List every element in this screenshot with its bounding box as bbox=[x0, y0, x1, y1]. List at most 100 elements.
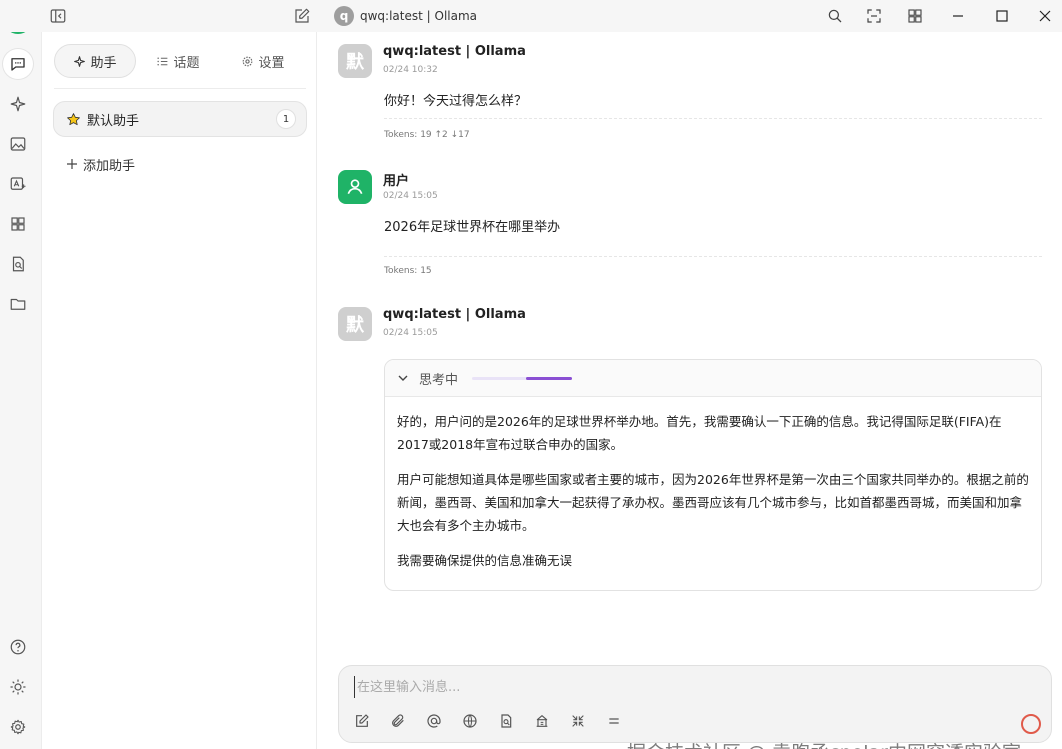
layout-button[interactable] bbox=[864, 6, 884, 26]
assistant-name: 默认助手 bbox=[87, 113, 140, 129]
thinking-header[interactable]: 思考中 bbox=[385, 360, 1041, 397]
edit-icon bbox=[295, 8, 310, 23]
send-button[interactable] bbox=[1021, 714, 1041, 734]
close-icon bbox=[1039, 10, 1051, 22]
maximize-icon bbox=[996, 10, 1008, 22]
message-time: 02/24 10:32 bbox=[383, 65, 438, 75]
image-nav-button[interactable] bbox=[3, 129, 33, 159]
thinking-progress-fill bbox=[526, 376, 573, 380]
message-sender: 用户 bbox=[383, 174, 410, 189]
nav-rail bbox=[0, 0, 42, 749]
files-nav-button[interactable] bbox=[3, 289, 33, 319]
knowledge-tool[interactable] bbox=[495, 710, 517, 732]
tab-topics[interactable]: 话题 bbox=[136, 44, 220, 78]
at-icon bbox=[427, 714, 441, 728]
message-input[interactable] bbox=[354, 676, 1034, 698]
assistant-avatar: 默 bbox=[338, 307, 372, 341]
star-icon bbox=[67, 112, 80, 125]
sidebar-collapse-icon bbox=[50, 9, 66, 23]
message-separator bbox=[384, 118, 1042, 119]
search-button[interactable] bbox=[825, 6, 845, 26]
message-text: 2026年足球世界杯在哪里举办 bbox=[384, 220, 561, 235]
assistant-panel: 助手 话题 设置 默认助手 1 添加助手 bbox=[42, 32, 317, 749]
add-assistant-button[interactable]: 添加助手 bbox=[66, 154, 135, 174]
thinking-panel: 思考中 好的，用户问的是2026年的足球世界杯举办地。首先，我需要确认一下正确的… bbox=[384, 359, 1042, 591]
sparkle-icon bbox=[10, 96, 26, 112]
token-count: Tokens: 15 bbox=[384, 266, 432, 276]
settings-button[interactable] bbox=[3, 712, 33, 742]
user-avatar bbox=[338, 170, 372, 204]
new-chat-button[interactable] bbox=[292, 6, 312, 26]
thinking-content: 好的，用户问的是2026年的足球世界杯举办地。首先，我需要确认一下正确的信息。我… bbox=[385, 397, 1041, 572]
tab-settings[interactable]: 设置 bbox=[220, 44, 306, 78]
message-assistant: 默 qwq:latest | Ollama 02/24 10:32 你好！今天过… bbox=[338, 44, 1042, 154]
collapse-tool[interactable] bbox=[567, 710, 589, 732]
building-icon bbox=[536, 715, 548, 727]
gear-icon bbox=[10, 719, 26, 735]
window-title: qwq:latest | Ollama bbox=[360, 9, 478, 23]
mention-tool[interactable] bbox=[423, 710, 445, 732]
globe-icon bbox=[463, 714, 477, 728]
assistant-avatar: 默 bbox=[338, 44, 372, 78]
sparkle-icon bbox=[74, 55, 86, 67]
panel-tabs: 助手 话题 设置 bbox=[54, 44, 306, 78]
image-icon bbox=[10, 137, 26, 151]
message-text: 你好！今天过得怎么样？ bbox=[384, 94, 528, 109]
list-icon bbox=[157, 57, 168, 65]
knowledge-nav-button[interactable] bbox=[3, 249, 33, 279]
theme-toggle-button[interactable] bbox=[3, 672, 33, 702]
message-time: 02/24 15:05 bbox=[383, 191, 438, 201]
help-icon bbox=[10, 639, 26, 655]
title-bar: q qwq:latest | Ollama bbox=[0, 0, 1062, 32]
composer bbox=[338, 665, 1052, 743]
thinking-label: 思考中 bbox=[419, 372, 459, 388]
chat-area: 默 qwq:latest | Ollama 02/24 10:32 你好！今天过… bbox=[318, 32, 1062, 749]
web-search-tool[interactable] bbox=[459, 710, 481, 732]
token-count: Tokens: 19 ↑2 ↓17 bbox=[384, 130, 470, 140]
expand-icon bbox=[867, 9, 881, 23]
attach-tool[interactable] bbox=[387, 710, 409, 732]
watermark: 掘金技术社区 @ 袁煦丞cpolar内网穿透实验室 bbox=[627, 738, 1021, 749]
minimize-button[interactable] bbox=[948, 6, 968, 26]
edit-icon bbox=[356, 714, 369, 727]
eraser-icon bbox=[609, 718, 619, 724]
tab-assistants[interactable]: 助手 bbox=[54, 44, 136, 78]
apps-button[interactable] bbox=[905, 6, 925, 26]
document-search-icon bbox=[501, 714, 512, 728]
user-icon bbox=[347, 179, 363, 194]
assistant-item-default[interactable]: 默认助手 1 bbox=[53, 101, 307, 137]
plus-icon bbox=[67, 159, 77, 169]
divider bbox=[54, 88, 306, 89]
toggle-sidebar-button[interactable] bbox=[48, 6, 68, 26]
chat-bubble-icon bbox=[11, 58, 25, 71]
message-time: 02/24 15:05 bbox=[383, 328, 438, 338]
gear-icon bbox=[243, 56, 253, 66]
grid-icon bbox=[908, 9, 922, 23]
mcp-tool[interactable] bbox=[531, 710, 553, 732]
clear-tool[interactable] bbox=[603, 710, 625, 732]
chat-nav-button[interactable] bbox=[3, 49, 33, 79]
new-topic-tool[interactable] bbox=[351, 710, 373, 732]
close-button[interactable] bbox=[1035, 6, 1055, 26]
paperclip-icon bbox=[392, 714, 404, 727]
apps-nav-button[interactable] bbox=[3, 209, 33, 239]
chevron-down-icon bbox=[398, 375, 408, 381]
help-button[interactable] bbox=[3, 632, 33, 662]
thinking-paragraph: 好的，用户问的是2026年的足球世界杯举办地。首先，我需要确认一下正确的信息。我… bbox=[397, 414, 1002, 452]
message-separator bbox=[384, 256, 1042, 257]
message-assistant-thinking: 默 qwq:latest | Ollama 02/24 15:05 思考中 好的… bbox=[338, 307, 1042, 607]
model-title[interactable]: q qwq:latest | Ollama bbox=[334, 4, 477, 28]
translate-nav-button[interactable] bbox=[3, 169, 33, 199]
thinking-paragraph: 用户可能想知道具体是哪些国家或者主要的城市，因为2026年世界杯是第一次由三个国… bbox=[397, 472, 1029, 533]
tab-label: 助手 bbox=[90, 55, 117, 71]
message-user: 用户 02/24 15:05 2026年足球世界杯在哪里举办 Tokens: 1… bbox=[338, 170, 1042, 280]
translate-icon bbox=[10, 177, 26, 190]
maximize-button[interactable] bbox=[992, 6, 1012, 26]
agents-nav-button[interactable] bbox=[3, 89, 33, 119]
thinking-progress-bar bbox=[472, 376, 573, 380]
folder-icon bbox=[10, 298, 26, 310]
topic-count-badge: 1 bbox=[276, 109, 296, 129]
sun-icon bbox=[10, 679, 26, 695]
tab-label: 设置 bbox=[258, 55, 285, 71]
add-assistant-label: 添加助手 bbox=[83, 158, 136, 174]
